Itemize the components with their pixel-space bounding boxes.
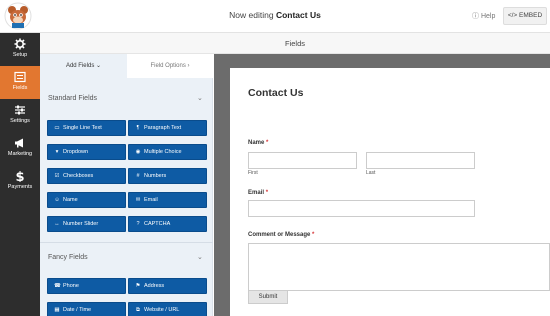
form-preview-card: Contact Us Name * First Last Email * Com…: [230, 68, 550, 316]
required-asterisk: *: [265, 190, 269, 196]
paragraph-icon: ¶: [136, 125, 140, 131]
checkbox-icon: ☑: [54, 173, 60, 179]
chevron-down-icon[interactable]: ⌄: [197, 253, 203, 261]
field-button-label: Date / Time: [63, 307, 92, 313]
label-text: Email: [248, 190, 265, 196]
first-sublabel: First: [248, 170, 258, 176]
field-button-label: Paragraph Text: [144, 125, 182, 131]
required-asterisk: *: [312, 232, 315, 238]
form-name: Contact Us: [275, 10, 321, 20]
form-preview-area: Contact Us Name * First Last Email * Com…: [214, 54, 550, 316]
top-bar: Now editing Contact Us ⓘ Help </> EMBED: [0, 0, 550, 33]
field-button-dropdown[interactable]: ▾ Dropdown: [47, 144, 126, 160]
field-button-address[interactable]: ⚑ Address: [128, 278, 207, 294]
last-sublabel: Last: [366, 170, 376, 176]
last-name-input[interactable]: [366, 152, 475, 169]
required-asterisk: *: [266, 140, 269, 146]
svg-text:$: $: [15, 170, 24, 182]
question-icon: ?: [136, 221, 140, 227]
nav-item-payments[interactable]: $ Payments: [0, 165, 40, 198]
message-field-label: Comment or Message *: [248, 232, 314, 238]
nav-label: Fields: [12, 85, 28, 91]
megaphone-icon: [15, 138, 23, 148]
dropdown-icon: ▾: [55, 149, 59, 155]
fancy-fields-title[interactable]: Fancy Fields: [48, 254, 88, 261]
message-textarea[interactable]: [248, 243, 550, 291]
field-button-label: Name: [63, 197, 78, 203]
field-button-email[interactable]: ✉ Email: [128, 192, 207, 208]
section-divider: [40, 242, 213, 243]
embed-button[interactable]: </> EMBED: [503, 7, 547, 25]
field-button-label: Email: [144, 197, 158, 203]
radio-icon: ◉: [135, 149, 141, 155]
field-button-label: Address: [144, 283, 165, 289]
text-line-icon: ▭: [54, 125, 60, 131]
field-button-label: Website / URL: [144, 307, 180, 313]
field-button-label: Checkboxes: [63, 173, 94, 179]
submit-button[interactable]: Submit: [248, 290, 288, 304]
help-icon: ⓘ: [472, 13, 479, 20]
field-button-paragraph-text[interactable]: ¶ Paragraph Text: [128, 120, 207, 136]
nav-item-marketing[interactable]: Marketing: [0, 132, 40, 165]
field-button-checkboxes[interactable]: ☑ Checkboxes: [47, 168, 126, 184]
email-input[interactable]: [248, 200, 475, 217]
field-button-single-line-text[interactable]: ▭ Single Line Text: [47, 120, 126, 136]
field-button-numbers[interactable]: # Numbers: [128, 168, 207, 184]
envelope-icon: ✉: [135, 197, 141, 203]
field-button-label: Phone: [63, 283, 79, 289]
map-pin-icon: ⚑: [135, 283, 141, 289]
dollar-icon: $: [15, 170, 24, 182]
nav-label: Settings: [10, 118, 30, 124]
page-title: Now editing Contact Us: [0, 10, 550, 20]
calendar-icon: ▦: [54, 307, 60, 313]
field-button-captcha[interactable]: ? CAPTCHA: [128, 216, 207, 232]
chevron-down-icon[interactable]: ⌄: [197, 94, 203, 102]
fields-icon: [14, 71, 26, 83]
nav-label: Setup: [12, 52, 28, 58]
phone-icon: ☎: [54, 283, 61, 289]
field-button-label: Number Slider: [63, 221, 99, 227]
field-button-label: Multiple Choice: [144, 149, 182, 155]
nav-label: Payments: [7, 184, 33, 190]
link-icon: ⧉: [136, 307, 140, 313]
nav-item-settings[interactable]: Settings: [0, 99, 40, 132]
left-sidebar: Setup Fields Settings Marketing $ Paymen…: [0, 33, 40, 316]
email-field-label: Email *: [248, 190, 268, 196]
nav-label: Marketing: [7, 151, 33, 157]
field-button-website-url[interactable]: ⧉ Website / URL: [128, 302, 207, 316]
field-button-phone[interactable]: ☎ Phone: [47, 278, 126, 294]
field-button-number-slider[interactable]: ↔ Number Slider: [47, 216, 126, 232]
hash-icon: #: [136, 173, 140, 179]
tab-add-fields[interactable]: Add Fields ⌄: [40, 54, 127, 78]
first-name-input[interactable]: [248, 152, 357, 169]
title-prefix: Now editing: [229, 10, 274, 20]
field-button-label: CAPTCHA: [144, 221, 171, 227]
label-text: Name: [248, 140, 265, 146]
nav-item-fields[interactable]: Fields: [0, 66, 40, 99]
fields-header: Fields: [40, 33, 550, 54]
field-button-label: Dropdown: [63, 149, 89, 155]
slider-icon: ↔: [54, 221, 60, 227]
field-button-label: Single Line Text: [63, 125, 102, 131]
standard-fields-title[interactable]: Standard Fields: [48, 95, 97, 102]
sliders-icon: [15, 105, 25, 115]
user-icon: ☺: [54, 197, 60, 203]
field-button-date-time[interactable]: ▦ Date / Time: [47, 302, 126, 316]
label-text: Comment or Message: [248, 232, 311, 238]
field-button-multiple-choice[interactable]: ◉ Multiple Choice: [128, 144, 207, 160]
field-button-name[interactable]: ☺ Name: [47, 192, 126, 208]
form-title: Contact Us: [248, 87, 304, 99]
help-label: Help: [480, 13, 496, 20]
gear-icon: [14, 38, 26, 50]
field-button-label: Numbers: [144, 173, 167, 179]
name-field-label: Name *: [248, 140, 268, 146]
help-link[interactable]: ⓘ Help: [472, 11, 495, 21]
add-fields-panel: Add Fields ⌄ Field Options › Standard Fi…: [40, 54, 213, 316]
tab-field-options[interactable]: Field Options ›: [127, 54, 213, 78]
nav-item-setup[interactable]: Setup: [0, 33, 40, 66]
